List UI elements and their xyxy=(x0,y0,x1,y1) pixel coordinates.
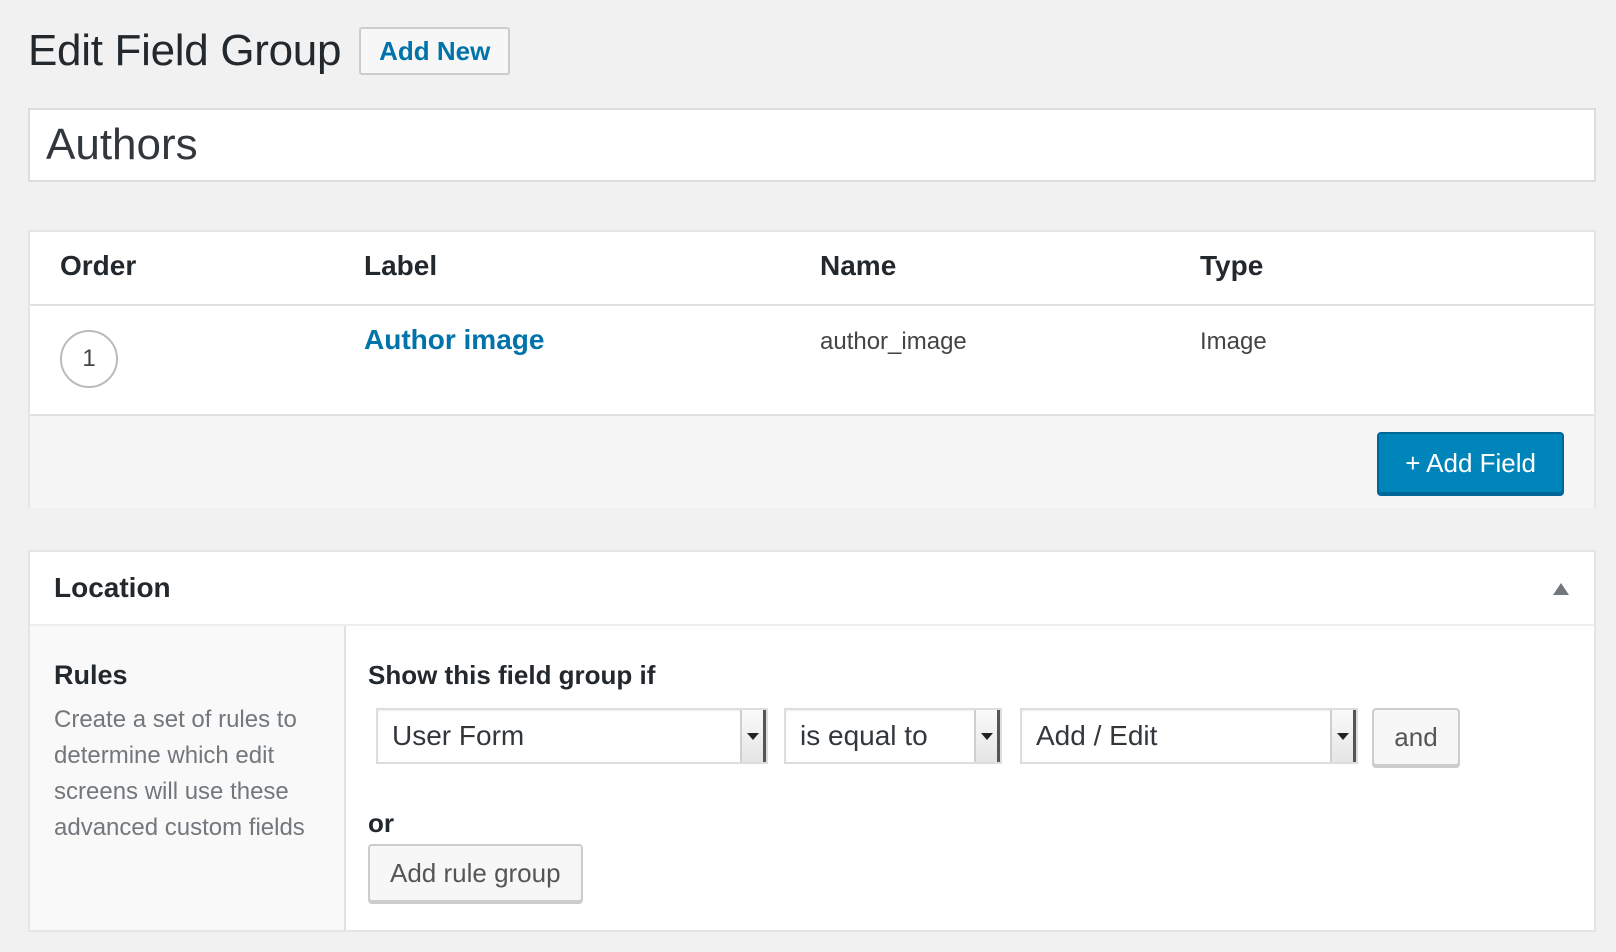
or-label: or xyxy=(368,808,394,838)
chevron-down-icon xyxy=(1336,732,1349,740)
column-header-label: Label xyxy=(364,250,438,281)
column-header-name: Name xyxy=(820,250,897,281)
rules-sidebar: Rules Create a set of rules to determine… xyxy=(30,626,346,930)
fields-panel: Order Label Name Type 1 Author image aut… xyxy=(28,230,1596,508)
column-header-type: Type xyxy=(1200,250,1264,281)
collapse-toggle[interactable] xyxy=(1546,574,1576,604)
dropdown-arrow xyxy=(740,710,766,762)
rule-param-select[interactable]: User Form xyxy=(376,708,768,764)
page-header: Edit Field Group Add New xyxy=(28,24,511,78)
field-label-link[interactable]: Author image xyxy=(364,324,544,356)
add-field-button[interactable]: + Add Field xyxy=(1377,432,1564,494)
page-title: Edit Field Group xyxy=(28,26,342,75)
rule-param-value: User Form xyxy=(392,720,525,751)
add-rule-group-button[interactable]: Add rule group xyxy=(368,844,583,902)
rule-value-select[interactable]: Add / Edit xyxy=(1020,708,1358,764)
rules-description: Create a set of rules to determine which… xyxy=(54,706,305,841)
rule-operator-select[interactable]: is equal to xyxy=(784,708,1002,764)
dropdown-arrow xyxy=(974,710,1000,762)
show-if-label: Show this field group if xyxy=(368,660,656,690)
add-new-button[interactable]: Add New xyxy=(359,27,511,75)
triangle-up-icon xyxy=(1553,583,1569,595)
field-order-handle[interactable]: 1 xyxy=(60,330,118,388)
field-type: Image xyxy=(1200,328,1267,355)
location-panel: Location Rules Create a set of rules to … xyxy=(28,550,1596,932)
chevron-down-icon xyxy=(980,732,993,740)
location-title: Location xyxy=(54,572,171,603)
rule-value-value: Add / Edit xyxy=(1036,720,1158,751)
rules-title: Rules xyxy=(54,660,128,690)
location-panel-header[interactable]: Location xyxy=(30,552,1594,626)
location-panel-body: Rules Create a set of rules to determine… xyxy=(30,626,1594,930)
field-name: author_image xyxy=(820,328,967,355)
dropdown-arrow xyxy=(1330,710,1356,762)
field-order-number: 1 xyxy=(82,345,96,372)
fields-table-footer: + Add Field xyxy=(30,416,1594,508)
rule-operator-value: is equal to xyxy=(800,720,928,751)
rules-editor: Show this field group if User Form is eq… xyxy=(346,626,1594,930)
and-rule-button[interactable]: and xyxy=(1372,708,1460,766)
table-row: 1 Author image author_image Image xyxy=(30,306,1594,416)
fields-table-header: Order Label Name Type xyxy=(30,232,1594,306)
field-group-title-input[interactable] xyxy=(28,108,1596,182)
chevron-down-icon xyxy=(746,732,759,740)
column-header-order: Order xyxy=(60,250,137,281)
